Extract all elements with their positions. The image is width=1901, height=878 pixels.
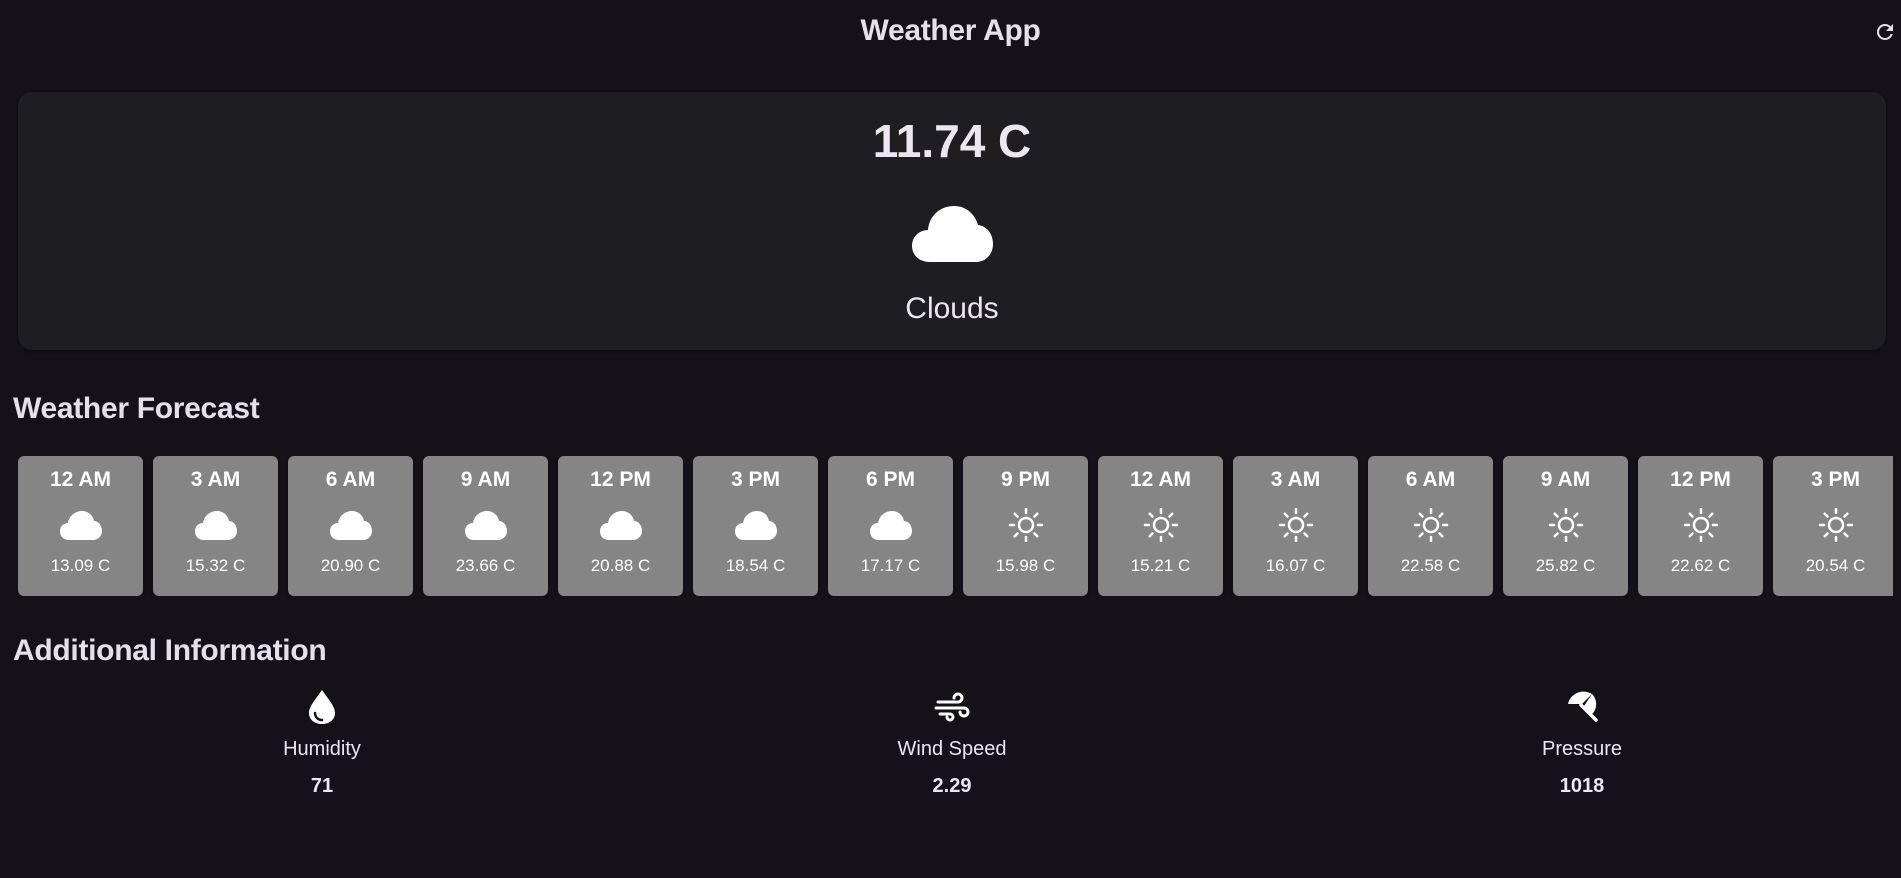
humidity-item: Humidity 71 bbox=[172, 686, 472, 798]
forecast-time: 3 AM bbox=[190, 468, 241, 491]
forecast-temp: 15.21 C bbox=[1130, 556, 1191, 575]
forecast-card[interactable]: 9 PM 15.98 C bbox=[963, 456, 1088, 596]
forecast-card[interactable]: 12 PM 22.62 C bbox=[1638, 456, 1763, 596]
forecast-time: 12 AM bbox=[1129, 468, 1192, 491]
forecast-card[interactable]: 3 AM 15.32 C bbox=[153, 456, 278, 596]
forecast-card[interactable]: 6 AM 20.90 C bbox=[288, 456, 413, 596]
forecast-temp: 20.90 C bbox=[320, 556, 381, 575]
forecast-temp: 18.54 C bbox=[725, 556, 786, 575]
forecast-card[interactable]: 12 AM 13.09 C bbox=[18, 456, 143, 596]
forecast-card[interactable]: 12 AM 15.21 C bbox=[1098, 456, 1223, 596]
refresh-icon bbox=[1876, 23, 1893, 40]
cloud-icon bbox=[194, 511, 237, 540]
wind-speed-label: Wind Speed bbox=[897, 738, 1007, 760]
forecast-temp: 17.17 C bbox=[860, 556, 921, 575]
cloud-icon bbox=[734, 511, 777, 540]
forecast-card[interactable]: 3 AM 16.07 C bbox=[1233, 456, 1358, 596]
current-condition: Clouds bbox=[905, 292, 999, 325]
humidity-label: Humidity bbox=[283, 738, 361, 760]
forecast-time: 3 PM bbox=[1810, 468, 1860, 491]
wind-speed-value: 2.29 bbox=[932, 775, 972, 797]
cloud-icon bbox=[329, 511, 372, 540]
forecast-temp: 22.62 C bbox=[1670, 556, 1731, 575]
wind-speed-item: Wind Speed 2.29 bbox=[802, 686, 1102, 798]
sun-icon bbox=[1683, 508, 1718, 542]
cloud-icon bbox=[59, 511, 102, 540]
forecast-temp: 20.88 C bbox=[590, 556, 651, 575]
forecast-temp: 23.66 C bbox=[455, 556, 516, 575]
forecast-temp: 20.54 C bbox=[1805, 556, 1866, 575]
forecast-card[interactable]: 6 AM 22.58 C bbox=[1368, 456, 1493, 596]
forecast-time: 3 AM bbox=[1270, 468, 1321, 491]
cloud-icon bbox=[464, 511, 507, 540]
wind-icon bbox=[934, 692, 970, 722]
forecast-temp: 22.58 C bbox=[1400, 556, 1461, 575]
forecast-temp: 13.09 C bbox=[50, 556, 111, 575]
forecast-temp: 25.82 C bbox=[1535, 556, 1596, 575]
forecast-card[interactable]: 9 AM 25.82 C bbox=[1503, 456, 1628, 596]
sun-icon bbox=[1548, 508, 1583, 542]
refresh-button[interactable] bbox=[1873, 18, 1901, 46]
forecast-time: 12 PM bbox=[1670, 468, 1731, 491]
forecast-section-title: Weather Forecast bbox=[13, 392, 260, 425]
forecast-card[interactable]: 12 PM 20.88 C bbox=[558, 456, 683, 596]
current-temperature: 11.74 C bbox=[872, 115, 1032, 167]
water-drop-icon bbox=[309, 690, 335, 724]
forecast-time: 3 PM bbox=[730, 468, 780, 491]
additional-info-title: Additional Information bbox=[13, 634, 327, 667]
cloud-icon bbox=[869, 511, 912, 540]
pressure-item: Pressure 1018 bbox=[1432, 686, 1732, 798]
current-weather-card: 11.74 C Clouds bbox=[18, 92, 1886, 350]
forecast-time: 9 AM bbox=[1540, 468, 1591, 491]
forecast-time: 6 PM bbox=[865, 468, 915, 491]
forecast-card[interactable]: 6 PM 17.17 C bbox=[828, 456, 953, 596]
forecast-time: 12 AM bbox=[49, 468, 112, 491]
forecast-card[interactable]: 3 PM 20.54 C bbox=[1773, 456, 1893, 596]
app-bar: Weather App bbox=[0, 0, 1901, 64]
beach-umbrella-icon bbox=[1568, 691, 1598, 722]
sun-icon bbox=[1278, 508, 1313, 542]
forecast-temp: 15.98 C bbox=[995, 556, 1056, 575]
sun-icon bbox=[1008, 508, 1043, 542]
forecast-temp: 16.07 C bbox=[1265, 556, 1326, 575]
cloud-icon bbox=[599, 511, 642, 540]
app-title: Weather App bbox=[860, 14, 1041, 47]
sun-icon bbox=[1818, 508, 1853, 542]
pressure-value: 1018 bbox=[1559, 775, 1605, 797]
forecast-time: 12 PM bbox=[590, 468, 651, 491]
forecast-card[interactable]: 9 AM 23.66 C bbox=[423, 456, 548, 596]
sun-icon bbox=[1413, 508, 1448, 542]
forecast-card[interactable]: 3 PM 18.54 C bbox=[693, 456, 818, 596]
forecast-time: 6 AM bbox=[325, 468, 376, 491]
forecast-time: 6 AM bbox=[1405, 468, 1456, 491]
sun-icon bbox=[1143, 508, 1178, 542]
cloud-icon bbox=[912, 206, 993, 262]
forecast-list[interactable]: 12 AM 13.09 C 3 AM 15.32 C 6 AM 20.90 C 9 AM 23… bbox=[18, 456, 1893, 596]
pressure-label: Pressure bbox=[1541, 738, 1623, 760]
humidity-value: 71 bbox=[310, 775, 334, 797]
forecast-time: 9 AM bbox=[460, 468, 511, 491]
forecast-temp: 15.32 C bbox=[185, 556, 246, 575]
forecast-time: 9 PM bbox=[1000, 468, 1050, 491]
